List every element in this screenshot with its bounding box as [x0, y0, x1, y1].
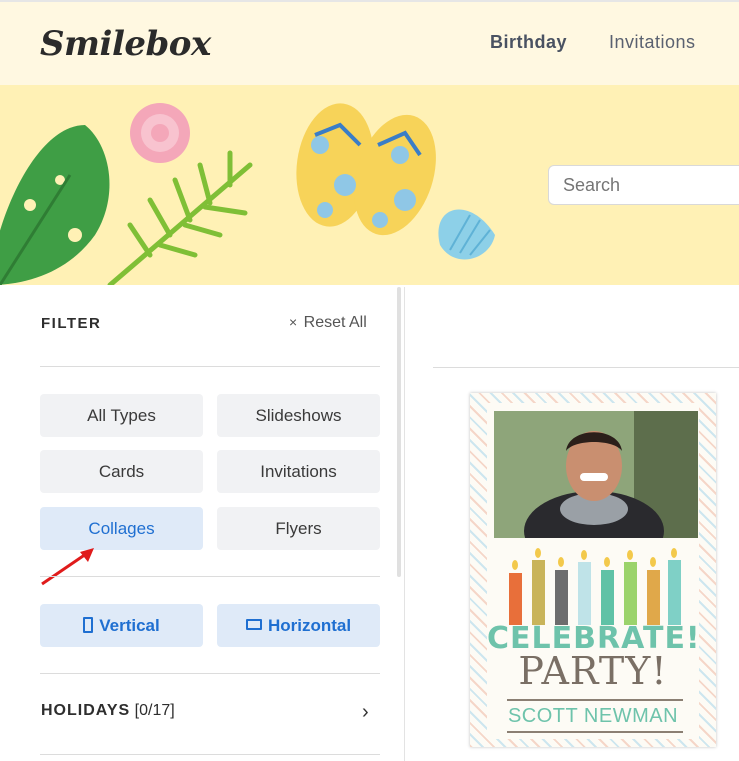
flip-flops-icon — [296, 103, 436, 236]
nav-birthday[interactable]: Birthday — [490, 32, 567, 53]
annotation-arrow-icon — [41, 548, 94, 586]
card-rule — [507, 699, 683, 701]
orientation-vertical-label: Vertical — [99, 616, 160, 635]
filter-slideshows[interactable]: Slideshows — [217, 394, 380, 437]
divider — [40, 366, 380, 367]
scallop-shell-icon — [438, 209, 495, 260]
nav-invitations[interactable]: Invitations — [609, 32, 696, 53]
smilebox-logo[interactable]: Smilebox — [40, 24, 211, 64]
orientation-horizontal-button[interactable]: Horizontal — [217, 604, 380, 647]
person-photo-icon — [494, 411, 698, 538]
filter-all-types[interactable]: All Types — [40, 394, 203, 437]
close-icon: × — [289, 314, 298, 330]
card-rule — [507, 731, 683, 733]
filter-invitations[interactable]: Invitations — [217, 450, 380, 493]
reset-all-link[interactable]: × Reset All — [289, 314, 367, 332]
template-card[interactable]: CELEBRATE! PARTY! SCOTT NEWMAN — [470, 393, 716, 747]
divider — [40, 754, 380, 755]
search-input[interactable] — [548, 165, 739, 205]
reset-all-label: Reset All — [303, 314, 367, 331]
sidebar-scrollbar[interactable] — [397, 287, 401, 577]
holidays-count: [0/17] — [134, 702, 175, 719]
orientation-horizontal-label: Horizontal — [267, 616, 352, 635]
hero-banner — [0, 85, 739, 285]
filter-cards[interactable]: Cards — [40, 450, 203, 493]
divider — [40, 576, 380, 577]
palm-frond-icon — [107, 150, 253, 285]
monstera-leaf-icon — [0, 125, 110, 285]
holidays-filter[interactable]: HOLIDAYS [0/17] — [41, 702, 175, 720]
seashell-icon — [130, 103, 190, 163]
top-header: Smilebox Birthday Invitations — [0, 0, 739, 85]
filter-heading: FILTER — [41, 315, 102, 332]
landscape-icon — [245, 619, 262, 631]
divider — [40, 673, 380, 674]
card-photo — [494, 411, 698, 538]
candles-icon — [509, 548, 681, 625]
portrait-icon — [83, 616, 94, 633]
card-subheadline: PARTY! — [518, 649, 668, 693]
chevron-right-icon[interactable]: › — [362, 701, 369, 724]
sidebar-divider — [404, 287, 405, 761]
orientation-vertical-button[interactable]: Vertical — [40, 604, 203, 647]
holidays-label: HOLIDAYS — [41, 702, 131, 719]
content-divider — [433, 367, 739, 368]
card-name: SCOTT NEWMAN — [507, 705, 679, 727]
filter-flyers[interactable]: Flyers — [217, 507, 380, 550]
card-inner: CELEBRATE! PARTY! SCOTT NEWMAN — [487, 403, 700, 739]
